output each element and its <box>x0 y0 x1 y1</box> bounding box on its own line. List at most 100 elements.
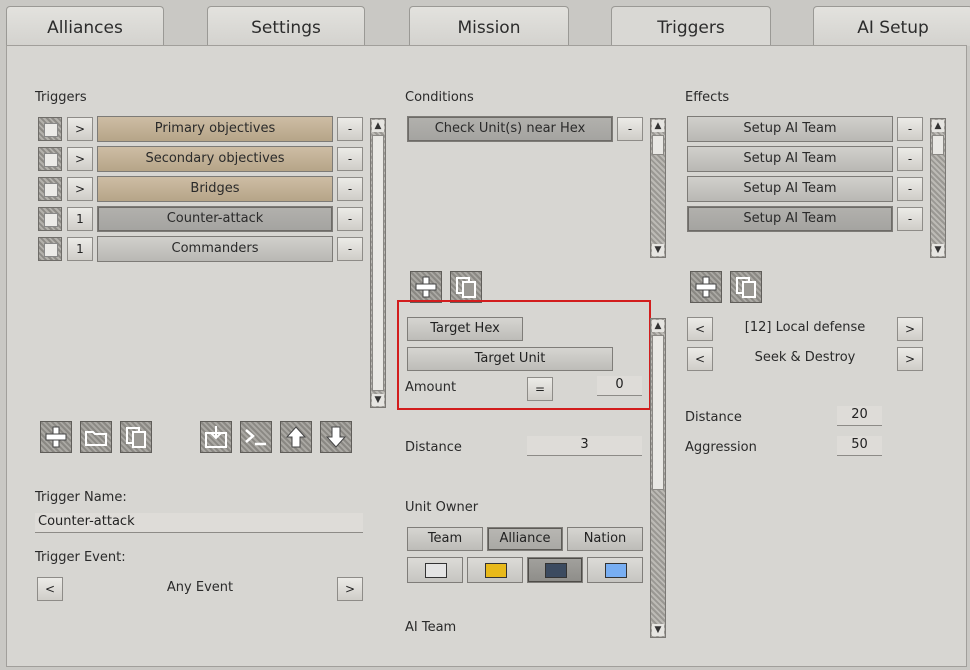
trigger-event-label: Trigger Event: <box>35 550 126 565</box>
trigger-item-bridges[interactable]: Bridges <box>97 176 333 202</box>
event-prev-button[interactable]: < <box>37 577 63 601</box>
arrow-up-icon <box>285 426 307 448</box>
copy-trigger-button[interactable] <box>120 421 152 453</box>
conditions-list-scrollbar[interactable]: ▲ ▼ <box>650 118 666 258</box>
effect-remove-button[interactable]: - <box>897 117 923 141</box>
amount-input[interactable]: 0 <box>597 376 642 396</box>
scroll-up-icon[interactable]: ▲ <box>372 120 384 132</box>
color-swatch-white[interactable] <box>407 557 463 583</box>
script-button[interactable] <box>240 421 272 453</box>
swatch-color <box>425 563 447 578</box>
copy-condition-button[interactable] <box>450 271 482 303</box>
effect-remove-button[interactable]: - <box>897 147 923 171</box>
ai-mode-prev-button[interactable]: < <box>687 347 713 371</box>
trigger-expand-button[interactable]: > <box>67 147 93 171</box>
effect-remove-button[interactable]: - <box>897 207 923 231</box>
trigger-count-button[interactable]: 1 <box>67 237 93 261</box>
folder-icon <box>85 431 107 446</box>
tab-ai-setup[interactable]: AI Setup <box>813 6 970 46</box>
color-swatch-navy[interactable] <box>527 557 583 583</box>
terminal-icon <box>245 429 266 446</box>
trigger-checkbox[interactable] <box>38 177 62 201</box>
trigger-name-input[interactable]: Counter-attack <box>35 513 363 533</box>
scroll-thumb[interactable] <box>652 335 664 490</box>
scroll-down-icon[interactable]: ▼ <box>652 244 664 256</box>
aggression-label: Aggression <box>685 440 757 455</box>
trigger-remove-button[interactable]: - <box>337 177 363 201</box>
add-effect-button[interactable] <box>690 271 722 303</box>
trigger-checkbox[interactable] <box>38 117 62 141</box>
triggers-scrollbar[interactable]: ▲ ▼ <box>370 118 386 408</box>
copy-icon <box>736 277 756 298</box>
import-button[interactable] <box>200 421 232 453</box>
condition-distance-input[interactable]: 3 <box>527 436 642 456</box>
trigger-checkbox[interactable] <box>38 237 62 261</box>
scroll-up-icon[interactable]: ▲ <box>652 320 664 332</box>
scroll-down-icon[interactable]: ▼ <box>372 394 384 406</box>
conditions-panel-scrollbar[interactable]: ▲ ▼ <box>650 318 666 638</box>
add-condition-button[interactable] <box>410 271 442 303</box>
trigger-remove-button[interactable]: - <box>337 117 363 141</box>
move-up-button[interactable] <box>280 421 312 453</box>
plus-icon <box>45 426 67 448</box>
color-swatch-yellow[interactable] <box>467 557 523 583</box>
move-down-button[interactable] <box>320 421 352 453</box>
owner-alliance-button[interactable]: Alliance <box>487 527 563 551</box>
unit-owner-label: Unit Owner <box>405 500 479 515</box>
target-hex-button[interactable]: Target Hex <box>407 317 523 341</box>
owner-nation-button[interactable]: Nation <box>567 527 643 551</box>
tab-settings[interactable]: Settings <box>207 6 365 46</box>
scroll-thumb[interactable] <box>932 135 944 155</box>
trigger-expand-button[interactable]: > <box>67 177 93 201</box>
scroll-thumb[interactable] <box>372 135 384 391</box>
effects-scrollbar[interactable]: ▲ ▼ <box>930 118 946 258</box>
copy-icon <box>456 277 476 298</box>
trigger-remove-button[interactable]: - <box>337 237 363 261</box>
scroll-up-icon[interactable]: ▲ <box>652 120 664 132</box>
ai-behavior-next-button[interactable]: > <box>897 317 923 341</box>
trigger-checkbox[interactable] <box>38 207 62 231</box>
tab-triggers[interactable]: Triggers <box>611 6 771 50</box>
trigger-expand-button[interactable]: > <box>67 117 93 141</box>
amount-operator-button[interactable]: = <box>527 377 553 401</box>
scroll-up-icon[interactable]: ▲ <box>932 120 944 132</box>
aggression-input[interactable]: 50 <box>837 436 882 456</box>
target-unit-button[interactable]: Target Unit <box>407 347 613 371</box>
ai-mode-value: Seek & Destroy <box>754 350 856 365</box>
condition-remove-button[interactable]: - <box>617 117 643 141</box>
tab-alliances[interactable]: Alliances <box>6 6 164 46</box>
tab-mission[interactable]: Mission <box>409 6 569 46</box>
trigger-remove-button[interactable]: - <box>337 207 363 231</box>
effect-item[interactable]: Setup AI Team <box>687 146 893 172</box>
effect-distance-input[interactable]: 20 <box>837 406 882 426</box>
trigger-remove-button[interactable]: - <box>337 147 363 171</box>
trigger-item-secondary-objectives[interactable]: Secondary objectives <box>97 146 333 172</box>
owner-team-button[interactable]: Team <box>407 527 483 551</box>
add-trigger-button[interactable] <box>40 421 72 453</box>
add-folder-button[interactable] <box>80 421 112 453</box>
ai-behavior-prev-button[interactable]: < <box>687 317 713 341</box>
trigger-event-value: Any Event <box>166 580 234 595</box>
ai-mode-next-button[interactable]: > <box>897 347 923 371</box>
trigger-item-primary-objectives[interactable]: Primary objectives <box>97 116 333 142</box>
copy-icon <box>126 427 146 448</box>
trigger-item-commanders[interactable]: Commanders <box>97 236 333 262</box>
arrow-down-icon <box>325 426 347 448</box>
trigger-checkbox[interactable] <box>38 147 62 171</box>
effects-heading: Effects <box>685 90 730 105</box>
trigger-item-counter-attack[interactable]: Counter-attack <box>97 206 333 232</box>
color-swatch-blue[interactable] <box>587 557 643 583</box>
scroll-down-icon[interactable]: ▼ <box>932 244 944 256</box>
triggers-heading: Triggers <box>35 90 87 105</box>
effect-item[interactable]: Setup AI Team <box>687 116 893 142</box>
trigger-count-button[interactable]: 1 <box>67 207 93 231</box>
copy-effect-button[interactable] <box>730 271 762 303</box>
event-next-button[interactable]: > <box>337 577 363 601</box>
effect-item[interactable]: Setup AI Team <box>687 176 893 202</box>
swatch-color <box>485 563 507 578</box>
effect-remove-button[interactable]: - <box>897 177 923 201</box>
scroll-thumb[interactable] <box>652 135 664 155</box>
scroll-down-icon[interactable]: ▼ <box>652 624 664 636</box>
condition-item-check-unit-near-hex[interactable]: Check Unit(s) near Hex <box>407 116 613 142</box>
effect-item-selected[interactable]: Setup AI Team <box>687 206 893 232</box>
